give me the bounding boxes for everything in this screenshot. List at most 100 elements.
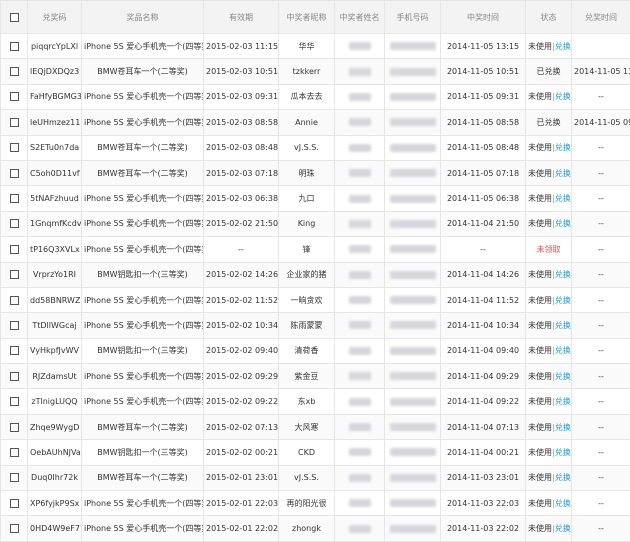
blurred-phone — [390, 42, 436, 50]
code-cell: piqqrcYpLXl — [28, 34, 82, 59]
expiry-cell: 2015-02-01 22:03 — [204, 491, 279, 516]
redeem-time-cell: -- — [572, 516, 630, 541]
prize-cell: iPhone 5S 爱心手机壳一个(四等奖) — [82, 211, 204, 236]
redeem-time-cell: -- — [572, 465, 630, 490]
redeem-link[interactable]: 兑换 — [555, 219, 571, 228]
blurred-phone — [390, 372, 436, 380]
redeem-link[interactable]: 兑换 — [555, 448, 571, 457]
status-text: 已兑换 — [537, 67, 561, 76]
win-time-cell: 2014-11-03 23:01 — [441, 465, 526, 490]
row-select-cell — [1, 491, 28, 516]
redeem-link[interactable]: 兑换 — [555, 372, 571, 381]
prize-cell: iPhone 5S 爱心手机壳一个(四等奖) — [82, 516, 204, 541]
row-checkbox[interactable] — [10, 296, 19, 305]
table-row: tP16Q3XVLxiPhone 5S 爱心手机壳一个(四等奖)--锋--未领取… — [1, 237, 630, 262]
name-cell — [335, 313, 385, 338]
redeem-link[interactable]: 兑换 — [555, 346, 571, 355]
prize-cell: BMW苍耳车一个(二等奖) — [82, 59, 204, 84]
name-cell — [335, 135, 385, 160]
status-text: 未使用 — [528, 143, 552, 152]
select-all-checkbox[interactable] — [10, 13, 19, 22]
row-checkbox[interactable] — [10, 143, 19, 152]
blurred-phone — [390, 93, 436, 101]
name-cell — [335, 440, 385, 465]
redeem-link[interactable]: 兑换 — [555, 423, 571, 432]
row-select-cell — [1, 237, 28, 262]
prize-cell: iPhone 5S 爱心手机壳一个(四等奖) — [82, 110, 204, 135]
status-cell: 已兑换 — [526, 110, 572, 135]
row-checkbox[interactable] — [10, 194, 19, 203]
header-nickname[interactable]: 中奖者昵称 — [279, 1, 335, 34]
table-row: 1GnqmfKcdviPhone 5S 爱心手机壳一个(四等奖)2015-02-… — [1, 211, 630, 236]
expiry-cell: 2015-02-02 10:34 — [204, 313, 279, 338]
row-checkbox[interactable] — [10, 524, 19, 533]
row-checkbox[interactable] — [10, 321, 19, 330]
code-cell: Duq0Ihr72k — [28, 465, 82, 490]
status-cell: 未使用|兑换 — [526, 440, 572, 465]
blurred-phone — [390, 499, 436, 507]
row-checkbox[interactable] — [10, 499, 19, 508]
redeem-link[interactable]: 兑换 — [555, 42, 571, 51]
code-cell: lEQjDXDQz3 — [28, 59, 82, 84]
table-header-row: 兑奖码 奖品名称 有效期 中奖者昵称 中奖者姓名 手机号码 中奖时间 状态 兑奖… — [1, 1, 630, 34]
redeem-link[interactable]: 兑换 — [555, 169, 571, 178]
header-expiry[interactable]: 有效期 — [204, 1, 279, 34]
prize-cell: iPhone 5S 爱心手机壳一个(四等奖) — [82, 287, 204, 312]
redeem-link[interactable]: 兑换 — [555, 143, 571, 152]
header-phone[interactable]: 手机号码 — [385, 1, 441, 34]
header-status[interactable]: 状态 — [526, 1, 572, 34]
win-time-cell: 2014-11-05 07:18 — [441, 160, 526, 185]
row-checkbox[interactable] — [10, 423, 19, 432]
blurred-name — [349, 271, 371, 279]
expiry-cell: 2015-02-03 07:18 — [204, 160, 279, 185]
row-checkbox[interactable] — [10, 219, 19, 228]
redeem-link[interactable]: 兑换 — [555, 92, 571, 101]
row-checkbox[interactable] — [10, 169, 19, 178]
redeem-link[interactable]: 兑换 — [555, 499, 571, 508]
phone-cell — [385, 364, 441, 389]
row-checkbox[interactable] — [10, 397, 19, 406]
row-checkbox[interactable] — [10, 270, 19, 279]
code-cell: VyHkpfJvWV — [28, 338, 82, 363]
blurred-phone — [390, 68, 436, 76]
blurred-name — [349, 296, 371, 304]
prize-cell: BMW苍耳车一个(二等奖) — [82, 160, 204, 185]
row-checkbox[interactable] — [10, 346, 19, 355]
redeem-link[interactable]: 兑换 — [555, 321, 571, 330]
redeem-link[interactable]: 兑换 — [555, 473, 571, 482]
blurred-phone — [390, 296, 436, 304]
code-cell: leUHmzez11 — [28, 110, 82, 135]
row-checkbox[interactable] — [10, 92, 19, 101]
nickname-cell: 华华 — [279, 34, 335, 59]
win-time-cell: 2014-11-04 09:22 — [441, 389, 526, 414]
row-checkbox[interactable] — [10, 42, 19, 51]
status-cell: 未领取 — [526, 237, 572, 262]
status-cell: 未使用|兑换 — [526, 516, 572, 541]
row-select-cell — [1, 389, 28, 414]
header-win-time[interactable]: 中奖时间 — [441, 1, 526, 34]
row-checkbox[interactable] — [10, 473, 19, 482]
row-checkbox[interactable] — [10, 67, 19, 76]
row-checkbox[interactable] — [10, 448, 19, 457]
nickname-cell: 九口 — [279, 186, 335, 211]
nickname-cell: CKD — [279, 440, 335, 465]
redeem-link[interactable]: 兑换 — [555, 524, 571, 533]
phone-cell — [385, 414, 441, 439]
redeem-link[interactable]: 兑换 — [555, 296, 571, 305]
row-checkbox[interactable] — [10, 245, 19, 254]
header-redeem-time[interactable]: 兑奖时间 — [572, 1, 630, 34]
header-prize[interactable]: 奖品名称 — [82, 1, 204, 34]
header-code[interactable]: 兑奖码 — [28, 1, 82, 34]
row-checkbox[interactable] — [10, 372, 19, 381]
blurred-phone — [390, 474, 436, 482]
nickname-cell: vJ.S.S. — [279, 135, 335, 160]
prize-cell: BMW钥匙扣一个(三等奖) — [82, 262, 204, 287]
header-name[interactable]: 中奖者姓名 — [335, 1, 385, 34]
phone-cell — [385, 440, 441, 465]
prize-cell: BMW钥匙扣一个(三等奖) — [82, 440, 204, 465]
redeem-link[interactable]: 兑换 — [555, 270, 571, 279]
row-checkbox[interactable] — [10, 118, 19, 127]
redeem-link[interactable]: 兑换 — [555, 194, 571, 203]
redeem-link[interactable]: 兑换 — [555, 397, 571, 406]
row-select-cell — [1, 160, 28, 185]
